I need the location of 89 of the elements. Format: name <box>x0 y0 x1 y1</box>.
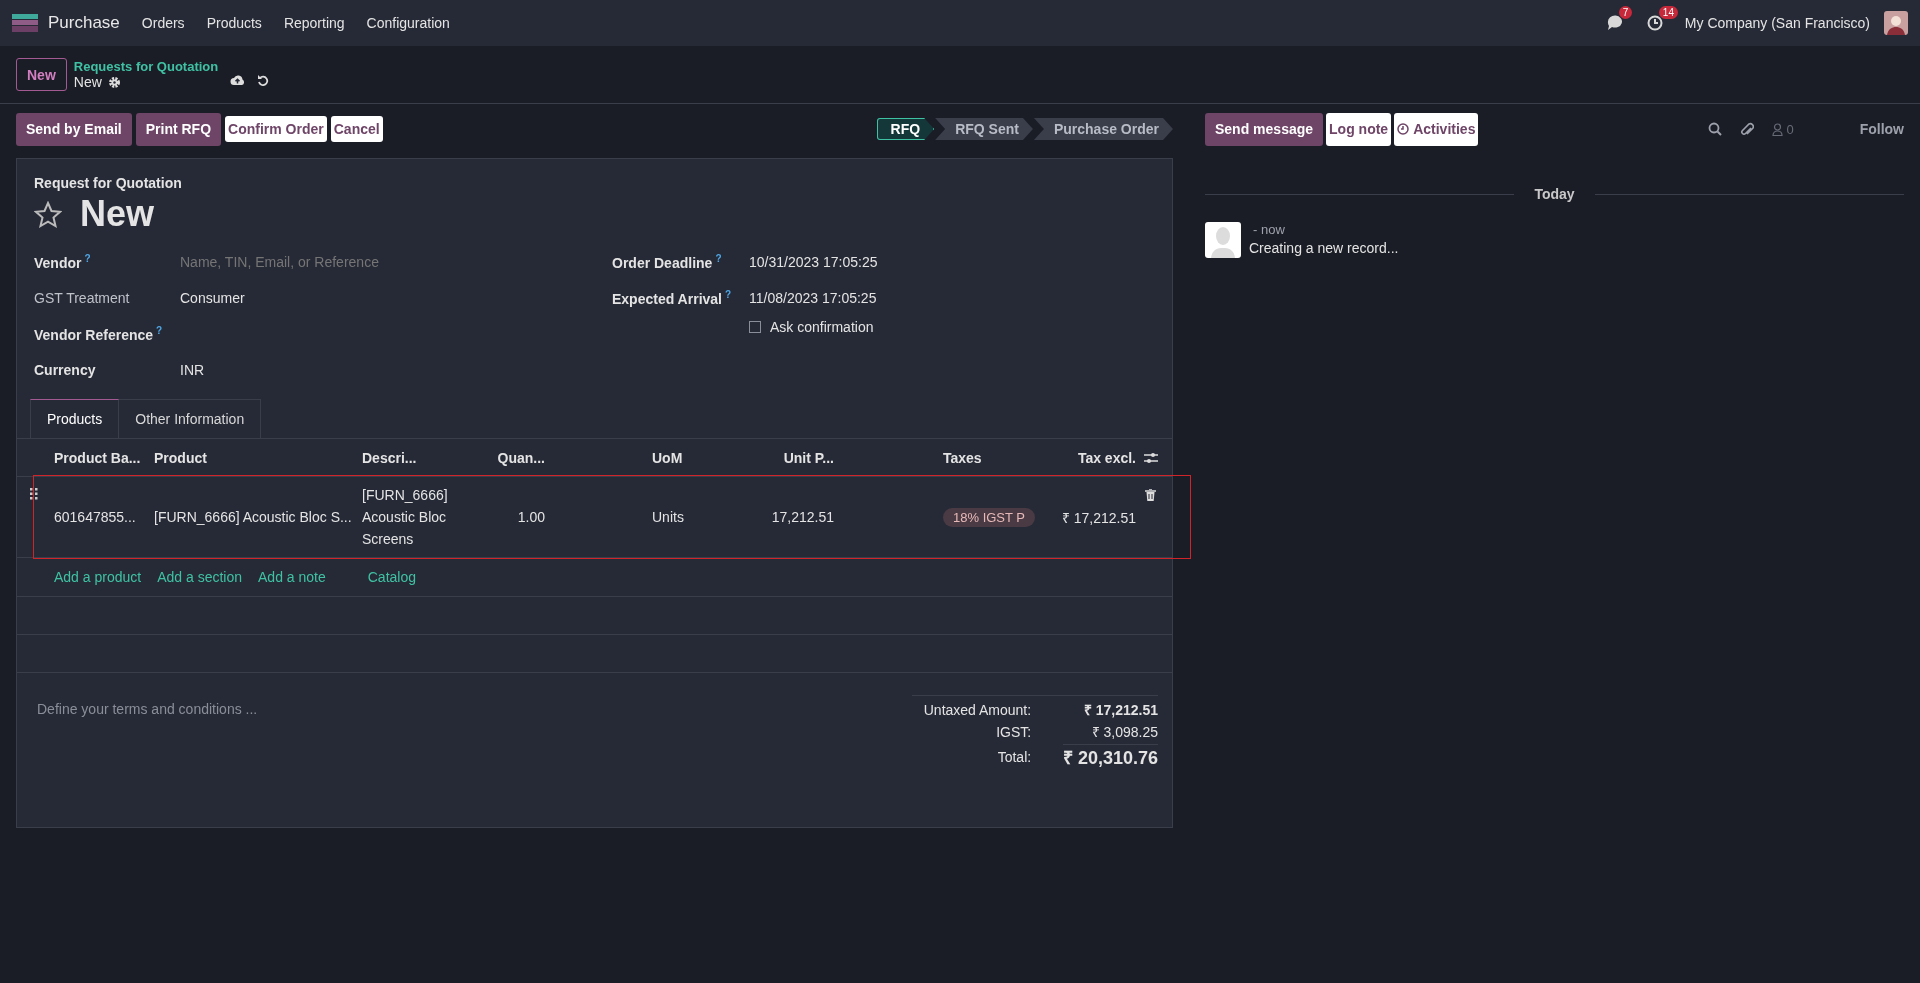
menu-item[interactable]: Products <box>206 15 262 31</box>
column-settings-icon[interactable] <box>1144 451 1158 464</box>
action-button[interactable]: Print RFQ <box>135 112 222 146</box>
settings-icon[interactable] <box>107 75 121 89</box>
total-label: Total: <box>997 748 1032 765</box>
tab[interactable]: Products <box>30 399 120 438</box>
column-header[interactable]: Product <box>154 449 207 466</box>
date-separator: Today <box>1534 186 1575 202</box>
checkbox-label[interactable]: Ask confirmation <box>770 319 874 335</box>
field-label: Order Deadline $^{?}$ <box>612 253 723 271</box>
cloud-upload-icon[interactable] <box>230 74 246 86</box>
action-button[interactable]: Cancel <box>330 116 383 142</box>
total-value: ₹ 3,098.25 <box>1091 723 1158 741</box>
notification-badge: 14 <box>1658 6 1678 19</box>
table-cell: 17,212.51 <box>771 509 834 525</box>
checkbox[interactable] <box>749 321 761 333</box>
table-cell: ₹ 17,212.51 <box>1061 509 1136 526</box>
status-step[interactable]: Purchase Order <box>1033 118 1173 140</box>
column-header[interactable]: Unit P... <box>783 449 834 466</box>
tab[interactable]: Other Information <box>119 399 262 438</box>
field-value: INR <box>180 362 205 378</box>
drag-handle-icon[interactable] <box>30 488 38 500</box>
app-logo-icon[interactable] <box>12 14 38 32</box>
field-label: Vendor $^{?}$ <box>34 253 92 271</box>
help-icon[interactable]: ? <box>84 253 91 265</box>
clock-icon[interactable] <box>1646 15 1663 31</box>
message-body: Creating a new record... <box>1249 240 1399 256</box>
total-label: IGST: <box>996 723 1032 740</box>
app-name[interactable]: Purchase <box>48 13 120 33</box>
notification-badge: 7 <box>1618 6 1633 19</box>
menu-item[interactable]: Orders <box>141 15 185 31</box>
help-icon[interactable]: ? <box>156 325 163 337</box>
status-step[interactable]: RFQ Sent <box>935 118 1033 140</box>
table-cell: 1.00 <box>517 509 545 525</box>
tax-tag[interactable]: 18% IGST P <box>943 508 1035 527</box>
clock-icon <box>1397 123 1410 135</box>
field-label: Vendor Reference $^{?}$ <box>34 325 164 343</box>
help-icon[interactable]: ? <box>715 253 722 265</box>
column-header[interactable]: Taxes <box>943 449 982 466</box>
field-label: Currency <box>34 362 97 378</box>
chatter-button[interactable]: Activities <box>1394 112 1479 146</box>
column-header[interactable]: UoM <box>652 449 683 466</box>
input-field[interactable]: Name, TIN, Email, or Reference <box>180 254 480 270</box>
field-value: 11/08/2023 17:05:25 <box>749 290 877 306</box>
action-button[interactable]: Send by Email <box>16 112 132 146</box>
menu-item[interactable]: Configuration <box>366 15 450 31</box>
search-icon[interactable] <box>1708 122 1723 136</box>
chatter-button[interactable]: Send message <box>1205 112 1324 146</box>
table-cell: [FURN_6666] Acoustic Bloc S... <box>154 509 352 525</box>
form-subtitle: Request for Quotation <box>34 175 183 191</box>
breadcrumb-link[interactable]: Requests for Quotation <box>73 59 219 74</box>
column-header[interactable]: Descri... <box>362 449 417 466</box>
column-header[interactable]: Quan... <box>497 449 545 466</box>
table-cell: 601647855... <box>54 509 136 525</box>
terms-field[interactable]: Define your terms and conditions ... <box>37 701 258 769</box>
undo-icon[interactable] <box>257 74 270 86</box>
chat-icon[interactable] <box>1606 15 1625 31</box>
field-value: Consumer <box>180 290 245 306</box>
add-link[interactable]: Catalog <box>367 569 416 585</box>
field-label: GST Treatment <box>34 290 131 306</box>
star-icon[interactable] <box>34 200 62 228</box>
new-button[interactable]: New <box>16 58 67 91</box>
user-icon <box>1772 122 1784 136</box>
total-value: ₹ 17,212.51 <box>1083 701 1158 719</box>
column-header[interactable]: Tax excl. <box>1077 449 1136 466</box>
company-name[interactable]: My Company (San Francisco) <box>1684 15 1870 31</box>
column-header[interactable]: Product Ba... <box>54 449 141 466</box>
add-link[interactable]: Add a product <box>54 569 142 585</box>
field-label: Expected Arrival $^{?}$ <box>612 289 733 307</box>
record-title: New <box>80 193 155 235</box>
follow-button[interactable]: Follow <box>1859 121 1904 137</box>
add-link[interactable]: Add a section <box>157 569 242 585</box>
table-cell-text: [FURN_6666] Acoustic Bloc Screens <box>362 486 449 549</box>
record-name: New <box>73 74 102 90</box>
table-cell: Units <box>652 509 684 525</box>
add-link[interactable]: Add a note <box>258 569 326 585</box>
chatter-button[interactable]: Log note <box>1326 112 1392 146</box>
paperclip-icon[interactable] <box>1740 121 1755 137</box>
status-step[interactable]: RFQ <box>876 118 935 140</box>
total-label: Untaxed Amount: <box>923 701 1032 718</box>
message-time: - now <box>1253 222 1286 237</box>
action-button[interactable]: Confirm Order <box>225 116 327 142</box>
delete-icon[interactable] <box>1145 489 1156 501</box>
menu-item[interactable]: Reporting <box>283 15 345 31</box>
help-icon[interactable]: ? <box>725 289 732 301</box>
field-value: 10/31/2023 17:05:25 <box>749 254 878 270</box>
avatar-icon[interactable] <box>1884 11 1908 35</box>
avatar-icon <box>1205 222 1241 258</box>
total-value: ₹ 20,310.76 <box>1062 744 1158 769</box>
